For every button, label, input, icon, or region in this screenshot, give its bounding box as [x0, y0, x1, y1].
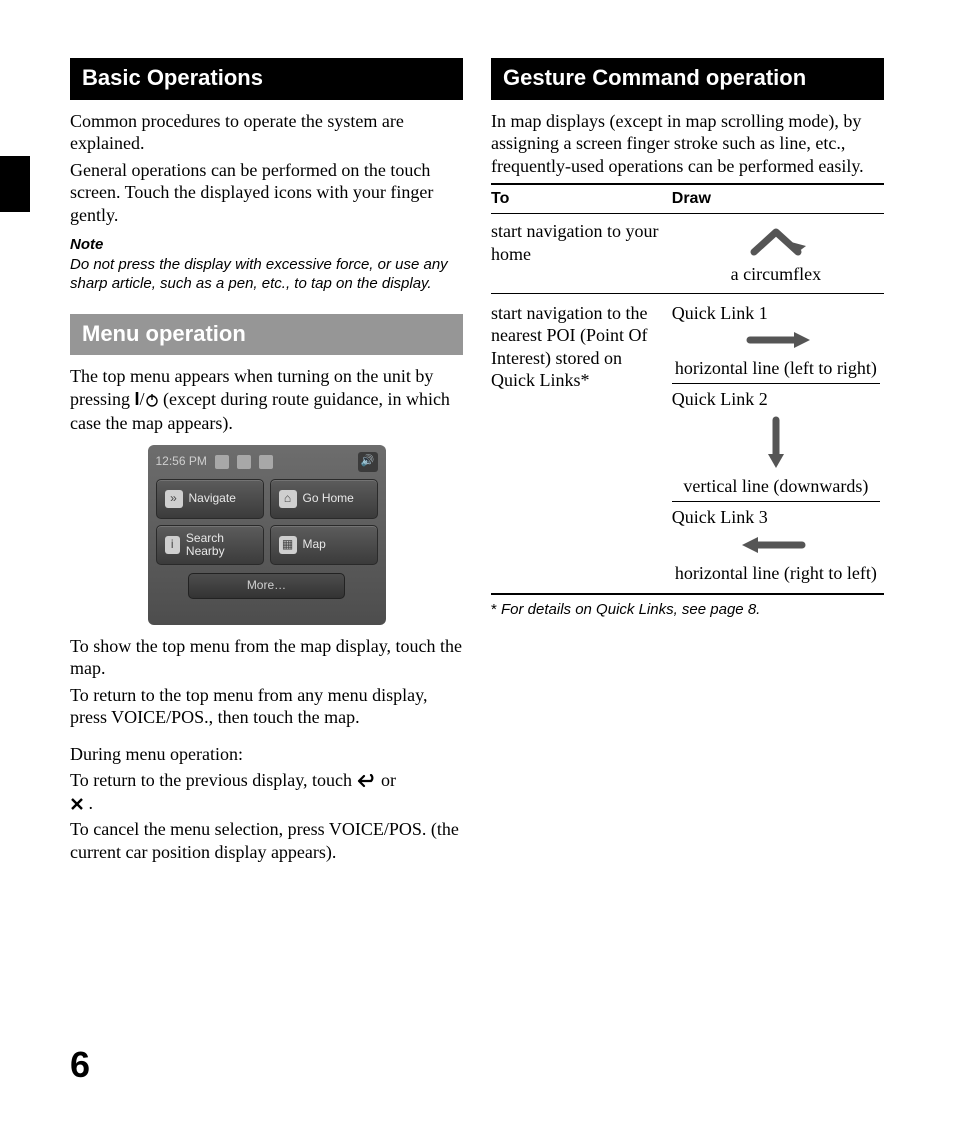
- device-screenshot: 12:56 PM 🔊 » Navigate ⌂ Go Home: [148, 445, 386, 625]
- cell-draw: Quick Link 1 horizontal line (left to ri…: [672, 296, 884, 590]
- home-icon: ⌂: [279, 490, 297, 508]
- screenshot-more-button: More…: [188, 573, 345, 599]
- body-text: .: [84, 793, 93, 813]
- arrow-down-icon: [756, 412, 796, 472]
- screenshot-gohome-button: ⌂ Go Home: [270, 479, 378, 519]
- quick-link-title: Quick Link 3: [672, 506, 880, 529]
- gesture-label: horizontal line (right to left): [672, 563, 880, 584]
- gesture-table: To Draw start navigation to your home: [491, 183, 884, 589]
- body-text: In map displays (except in map scrolling…: [491, 110, 884, 178]
- status-icon: [259, 455, 273, 469]
- screenshot-map-button: ▦ Map: [270, 525, 378, 565]
- btn-label: Map: [303, 537, 326, 552]
- col-to: To: [491, 184, 672, 214]
- body-text: To cancel the menu selection, press VOIC…: [70, 818, 463, 863]
- arrow-left-icon: [736, 531, 816, 559]
- heading-menu-operation: Menu operation: [70, 314, 463, 356]
- screenshot-time: 12:56 PM: [156, 454, 207, 469]
- btn-label: Search Nearby: [186, 532, 255, 557]
- close-icon: [70, 793, 84, 813]
- table-row: start navigation to the nearest POI (Poi…: [491, 296, 884, 590]
- body-text: To show the top menu from the map displa…: [70, 635, 463, 680]
- screenshot-navigate-button: » Navigate: [156, 479, 264, 519]
- body-text: To return to the top menu from any menu …: [70, 684, 463, 729]
- cell-to: start navigation to your home: [491, 214, 672, 291]
- body-text: To return to the previous display, touch: [70, 770, 357, 790]
- heading-gesture-command: Gesture Command operation: [491, 58, 884, 100]
- arrow-right-icon: [736, 326, 816, 354]
- body-text: During menu operation:: [70, 743, 463, 766]
- note-label: Note: [70, 236, 463, 255]
- gesture-label: a circumflex: [672, 264, 880, 285]
- grid-icon: ▦: [279, 536, 297, 554]
- speaker-icon: 🔊: [358, 452, 378, 472]
- body-text: To return to the previous display, touch…: [70, 769, 463, 814]
- cell-draw: a circumflex: [672, 214, 884, 291]
- footnote: For details on Quick Links, see page 8.: [491, 601, 884, 620]
- navigate-icon: »: [165, 490, 183, 508]
- quick-link-title: Quick Link 2: [672, 388, 880, 411]
- info-icon: i: [165, 536, 180, 554]
- power-icon: [145, 390, 159, 413]
- gesture-label: vertical line (downwards): [672, 476, 880, 497]
- body-text: General operations can be performed on t…: [70, 159, 463, 227]
- right-column: Gesture Command operation In map display…: [491, 58, 884, 867]
- btn-label: Go Home: [303, 491, 354, 506]
- body-text: Common procedures to operate the system …: [70, 110, 463, 155]
- heading-basic-operations: Basic Operations: [70, 58, 463, 100]
- note-body: Do not press the display with excessive …: [70, 255, 463, 294]
- quick-link-title: Quick Link 1: [672, 302, 880, 325]
- body-text: or: [377, 770, 397, 790]
- back-icon: [357, 770, 377, 790]
- table-row: start navigation to your home a circumfl…: [491, 214, 884, 291]
- page-number: 6: [70, 1042, 90, 1087]
- screenshot-search-button: i Search Nearby: [156, 525, 264, 565]
- col-draw: Draw: [672, 184, 884, 214]
- left-column: Basic Operations Common procedures to op…: [70, 58, 463, 867]
- status-icon: [215, 455, 229, 469]
- cell-to: start navigation to the nearest POI (Poi…: [491, 296, 672, 590]
- gesture-label: horizontal line (left to right): [672, 358, 880, 379]
- status-icon: [237, 455, 251, 469]
- page-side-tab: [0, 156, 30, 212]
- body-text: The top menu appears when turning on the…: [70, 365, 463, 435]
- circumflex-icon: [736, 222, 816, 260]
- btn-label: Navigate: [189, 491, 236, 506]
